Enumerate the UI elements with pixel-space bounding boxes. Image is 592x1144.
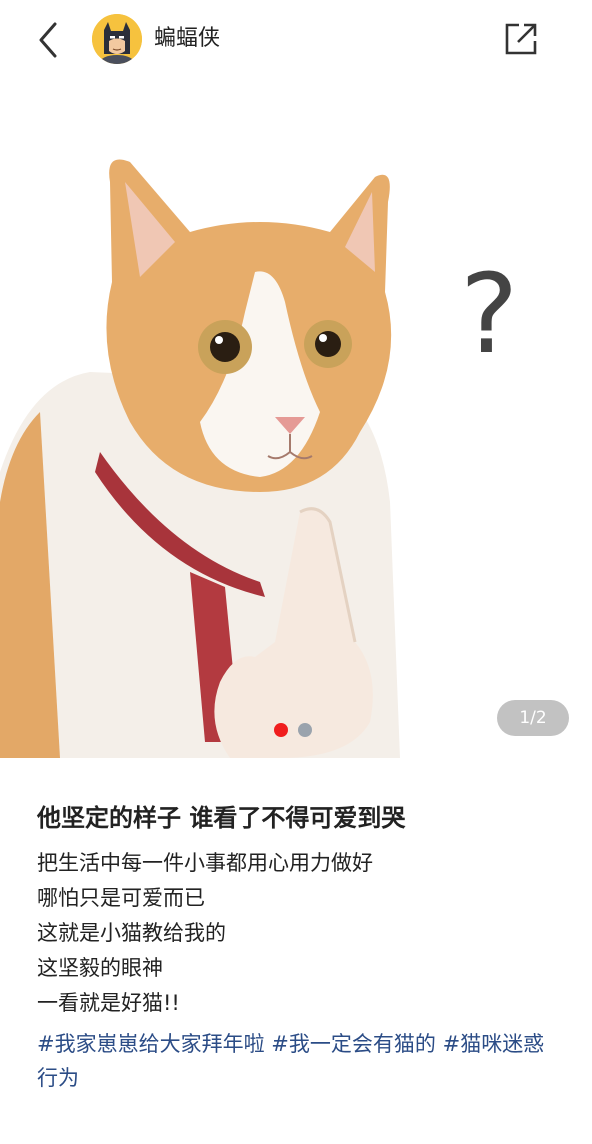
body-line: 这就是小猫教给我的 (37, 921, 226, 945)
body-line: 这坚毅的眼神 (37, 956, 163, 980)
post-detail-page: 蝙蝠侠 ? 1/2 他坚定的样子 谁看了不得可爱到哭 把生活中每一件小事都用心用… (0, 0, 592, 1144)
post-content: 他坚定的样子 谁看了不得可爱到哭 把生活中每一件小事都用心用力做好 哪怕只是可爱… (37, 800, 557, 1095)
author-name[interactable]: 蝙蝠侠 (154, 24, 220, 54)
hashtag-link[interactable]: #我一定会有猫的 (271, 1032, 436, 1056)
post-title: 他坚定的样子 谁看了不得可爱到哭 (37, 804, 406, 832)
external-link-icon (505, 23, 537, 55)
share-button[interactable] (500, 18, 542, 60)
hashtag-link[interactable]: #我家崽崽给大家拜年啦 (37, 1032, 265, 1056)
page-counter: 1/2 (497, 700, 569, 736)
body-line: 一看就是好猫!! (37, 991, 180, 1015)
carousel-indicator (274, 723, 312, 737)
carousel-dot-active[interactable] (274, 723, 288, 737)
post-body: 把生活中每一件小事都用心用力做好 哪怕只是可爱而已 这就是小猫教给我的 这坚毅的… (37, 846, 557, 1021)
image-carousel[interactable]: ? 1/2 (0, 82, 592, 758)
batman-avatar-icon (92, 14, 142, 64)
body-line: 把生活中每一件小事都用心用力做好 (37, 851, 373, 875)
carousel-dot[interactable] (298, 723, 312, 737)
chevron-left-icon (39, 22, 57, 58)
back-button[interactable] (30, 20, 66, 60)
avatar[interactable] (92, 14, 142, 64)
question-mark-decoration: ? (460, 250, 518, 378)
cat-question-image: ? (0, 82, 592, 758)
top-bar: 蝙蝠侠 (0, 0, 592, 80)
body-line: 哪怕只是可爱而已 (37, 886, 205, 910)
hashtag-list: #我家崽崽给大家拜年啦 #我一定会有猫的 #猫咪迷惑行为 (37, 1027, 557, 1095)
